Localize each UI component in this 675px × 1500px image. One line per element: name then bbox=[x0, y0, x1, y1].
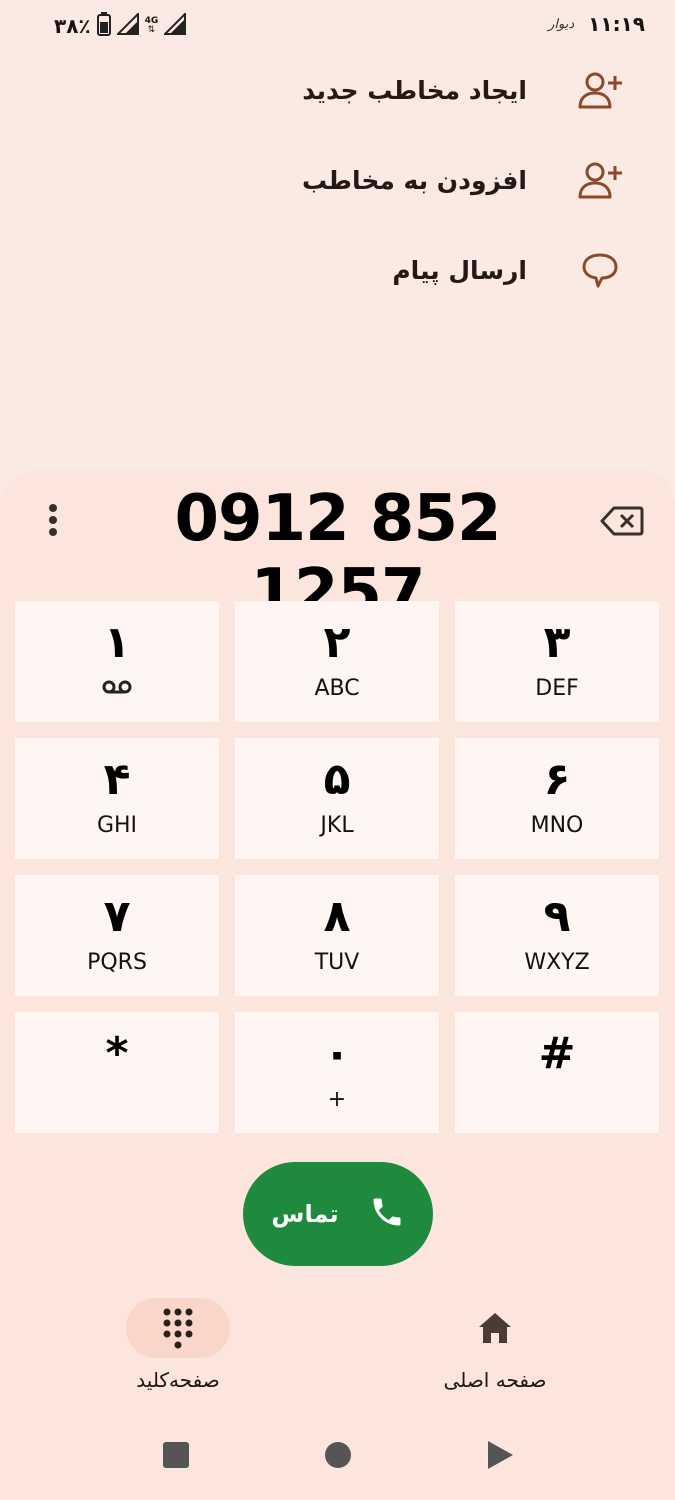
bottom-nav: صفحه‌کلید صفحه اصلی bbox=[0, 1298, 675, 1398]
key-letters: ABC bbox=[314, 676, 360, 701]
status-bar: ۳۸٪ 4G ⇅ دیوار ۱۱:۱۹ bbox=[0, 0, 675, 50]
key-digit: # bbox=[538, 1028, 576, 1079]
status-right: دیوار ۱۱:۱۹ bbox=[548, 12, 645, 36]
backspace-icon bbox=[600, 506, 644, 535]
key-letters: + bbox=[327, 1087, 347, 1112]
recents-button[interactable] bbox=[146, 1425, 206, 1485]
key-7[interactable]: ۷ PQRS bbox=[15, 875, 219, 996]
key-letters: WXYZ bbox=[524, 950, 590, 975]
key-digit: ۲ bbox=[323, 617, 351, 668]
square-icon bbox=[163, 1442, 189, 1468]
key-4[interactable]: ۴ GHI bbox=[15, 738, 219, 859]
call-button[interactable]: تماس bbox=[243, 1162, 433, 1266]
message-bubble-icon bbox=[575, 245, 625, 295]
signal-icon bbox=[115, 11, 139, 39]
key-0[interactable]: ۰ + bbox=[235, 1012, 439, 1133]
dialer-panel: 0912 852 1257 ۱ ۲ ABC ۳ DEF ۴ GHI ۵ JKL bbox=[0, 470, 675, 1500]
dialpad-icon bbox=[163, 1308, 193, 1349]
key-5[interactable]: ۵ JKL bbox=[235, 738, 439, 859]
send-message-label: ارسال پیام bbox=[392, 255, 527, 285]
person-add-icon bbox=[575, 65, 625, 115]
number-row: 0912 852 1257 bbox=[0, 470, 675, 630]
key-letters: GHI bbox=[96, 813, 138, 838]
key-digit: ۷ bbox=[103, 891, 131, 942]
nav-home-label: صفحه اصلی bbox=[443, 1368, 547, 1392]
battery-icon bbox=[96, 12, 111, 40]
key-6[interactable]: ۶ MNO bbox=[455, 738, 659, 859]
more-options-button[interactable] bbox=[38, 500, 68, 540]
battery-percent: ۳۸٪ bbox=[54, 14, 91, 38]
home-system-button[interactable] bbox=[308, 1425, 368, 1485]
status-left: ۳۸٪ 4G ⇅ bbox=[54, 11, 187, 40]
key-letters: PQRS bbox=[87, 950, 147, 975]
nav-home-indicator bbox=[443, 1298, 547, 1358]
backspace-button[interactable] bbox=[597, 498, 647, 543]
key-digit: ۸ bbox=[323, 891, 351, 942]
phone-icon bbox=[369, 1194, 405, 1234]
key-9[interactable]: ۹ WXYZ bbox=[455, 875, 659, 996]
key-letters: DEF bbox=[535, 676, 579, 701]
add-to-contact-label: افزودن به مخاطب bbox=[301, 165, 527, 195]
key-letters: MNO bbox=[530, 813, 584, 838]
nav-keypad-label: صفحه‌کلید bbox=[136, 1368, 220, 1392]
more-vert-icon bbox=[49, 504, 57, 536]
key-digit: ۶ bbox=[543, 754, 571, 805]
key-1[interactable]: ۱ bbox=[15, 601, 219, 722]
add-to-contact-action[interactable]: افزودن به مخاطب bbox=[65, 145, 625, 215]
network-type-icon: 4G ⇅ bbox=[144, 16, 159, 35]
carrier-name: دیوار bbox=[548, 16, 575, 32]
key-star[interactable]: * bbox=[15, 1012, 219, 1133]
create-contact-label: ایجاد مخاطب جدید bbox=[302, 75, 527, 105]
key-digit: ۴ bbox=[103, 754, 131, 805]
nav-keypad[interactable]: صفحه‌کلید bbox=[78, 1298, 278, 1398]
send-message-action[interactable]: ارسال پیام bbox=[65, 235, 625, 305]
key-3[interactable]: ۳ DEF bbox=[455, 601, 659, 722]
key-letters: TUV bbox=[314, 950, 360, 975]
call-label: تماس bbox=[271, 1200, 339, 1228]
key-digit: ۰ bbox=[323, 1028, 351, 1079]
key-digit: ۱ bbox=[103, 617, 131, 668]
system-navigation bbox=[0, 1425, 675, 1485]
key-2[interactable]: ۲ ABC bbox=[235, 601, 439, 722]
key-letters: JKL bbox=[320, 813, 354, 838]
key-hash[interactable]: # bbox=[455, 1012, 659, 1133]
nav-home[interactable]: صفحه اصلی bbox=[395, 1298, 595, 1398]
circle-icon bbox=[325, 1442, 351, 1468]
voicemail-icon bbox=[101, 675, 133, 703]
key-digit: ۳ bbox=[543, 617, 571, 668]
person-add-icon bbox=[575, 155, 625, 205]
clock: ۱۱:۱۹ bbox=[588, 12, 645, 36]
triangle-back-icon bbox=[488, 1441, 513, 1469]
key-digit: ۵ bbox=[323, 754, 351, 805]
home-icon bbox=[479, 1313, 511, 1343]
create-contact-action[interactable]: ایجاد مخاطب جدید bbox=[65, 55, 625, 125]
nav-keypad-indicator bbox=[126, 1298, 230, 1358]
back-button[interactable] bbox=[470, 1425, 530, 1485]
key-digit: * bbox=[105, 1028, 129, 1079]
key-8[interactable]: ۸ TUV bbox=[235, 875, 439, 996]
signal-icon-2 bbox=[162, 11, 187, 39]
key-digit: ۹ bbox=[543, 891, 571, 942]
